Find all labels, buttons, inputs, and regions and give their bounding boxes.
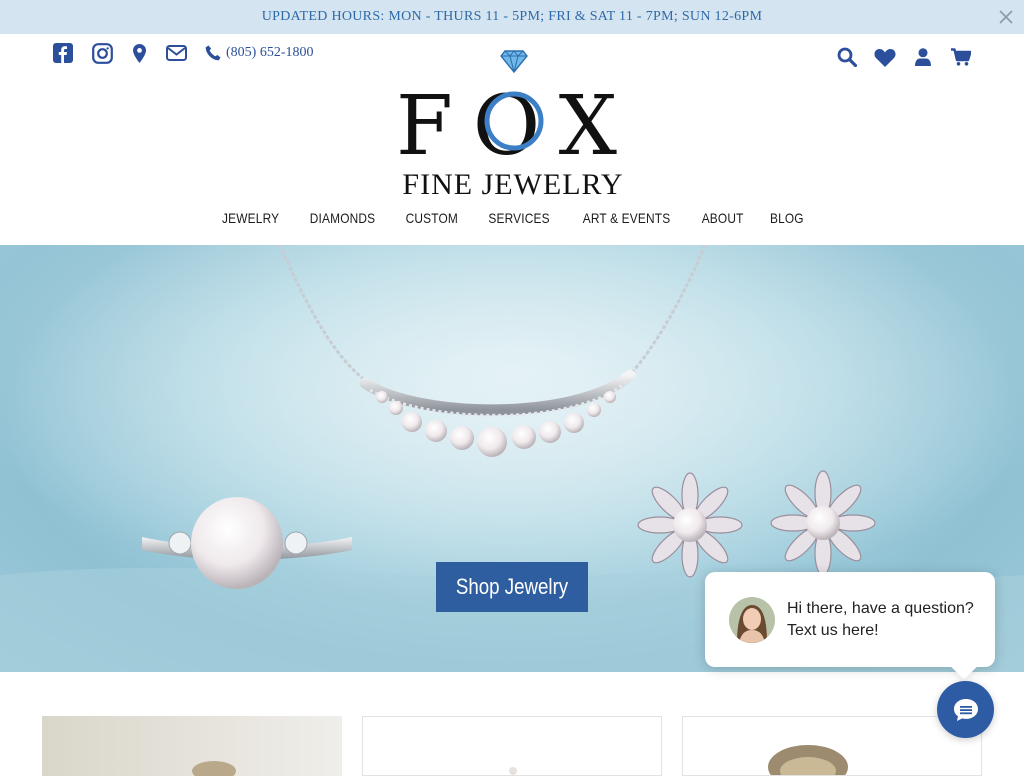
logo-sub: FINE JEWELRY [402,168,624,201]
user-icon[interactable] [912,46,934,68]
product-card[interactable] [362,716,662,776]
product-image [363,717,661,775]
chat-prompt[interactable]: Hi there, have a question? Text us here! [705,572,995,667]
product-cards [0,716,1024,776]
nav-services[interactable]: SERVICES [488,210,549,226]
nav-jewelry[interactable]: JEWELRY [222,210,279,226]
phone-icon [205,45,221,61]
utility-icons [836,46,972,68]
announcement-text: UPDATED HOURS: MON - THURS 11 - 5PM; FRI… [261,9,763,24]
product-card[interactable] [42,716,342,776]
envelope-icon[interactable] [165,42,187,64]
product-card[interactable] [682,716,982,776]
close-icon[interactable] [998,9,1014,25]
heart-icon[interactable] [874,46,896,68]
flower-earring-left [637,472,743,578]
site-logo[interactable]: FOX FINE JEWELRY [396,48,630,200]
avatar [729,596,775,643]
nav-about[interactable]: ABOUT [702,210,744,226]
social-links: (805) 652-1800 [52,42,314,64]
announcement-bar: UPDATED HOURS: MON - THURS 11 - 5PM; FRI… [0,0,1024,34]
flower-earring-right [770,470,876,576]
map-pin-icon[interactable] [132,42,146,64]
chat-launcher-button[interactable] [937,681,994,738]
product-image [683,717,981,775]
chat-icon [953,698,978,721]
chat-message: Hi there, have a question? Text us here! [787,599,974,639]
nav-custom[interactable]: CUSTOM [406,210,458,226]
nav-diamonds[interactable]: DIAMONDS [310,210,376,226]
shop-jewelry-label: Shop Jewelry [455,574,569,599]
nav-art-events[interactable]: ART & EVENTS [583,210,671,226]
facebook-icon[interactable] [52,42,74,64]
search-icon[interactable] [836,46,858,68]
site-header: (805) 652-1800 FOX FINE JEWELRY JEWELRY … [0,34,1024,245]
cart-icon[interactable] [950,46,972,68]
main-nav: JEWELRY DIAMONDS CUSTOM SERVICES ART & E… [0,210,1024,226]
phone-link[interactable]: (805) 652-1800 [205,45,314,61]
phone-number: (805) 652-1800 [226,45,314,60]
ring-band-icon [484,91,544,151]
nav-blog[interactable]: BLOG [770,210,804,226]
instagram-icon[interactable] [91,42,113,64]
product-image [42,716,342,776]
shop-jewelry-button[interactable]: Shop Jewelry [436,562,588,612]
